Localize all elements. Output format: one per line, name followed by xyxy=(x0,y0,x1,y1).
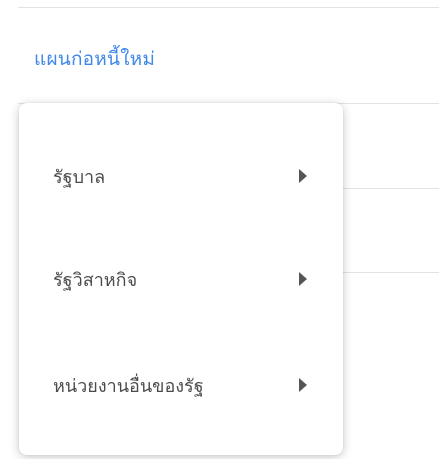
divider xyxy=(18,7,439,8)
caret-right-icon xyxy=(299,272,307,286)
menu-item-other-state-agency[interactable]: หน่วยงานอื่นของรัฐ xyxy=(19,355,343,415)
menu-item-label: หน่วยงานอื่นของรัฐ xyxy=(53,375,204,397)
divider xyxy=(340,188,439,189)
dropdown-menu: รัฐบาล รัฐวิสาหกิจ หน่วยงานอื่นของรัฐ xyxy=(19,103,343,455)
divider xyxy=(340,272,439,273)
caret-right-icon xyxy=(299,169,307,183)
menu-item-state-enterprise[interactable]: รัฐวิสาหกิจ xyxy=(19,249,343,309)
menu-item-label: รัฐวิสาหกิจ xyxy=(53,269,138,291)
new-debt-plan-link[interactable]: แผนก่อหนี้ใหม่ xyxy=(34,44,155,74)
menu-item-label: รัฐบาล xyxy=(53,166,106,188)
caret-right-icon xyxy=(299,378,307,392)
menu-item-government[interactable]: รัฐบาล xyxy=(19,146,343,206)
